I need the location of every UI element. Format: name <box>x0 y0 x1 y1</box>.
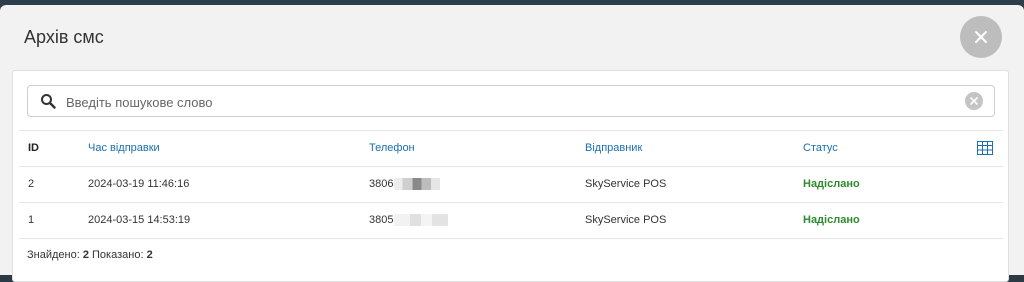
column-header-status[interactable]: Статус <box>803 131 838 166</box>
cell-phone: 3806 <box>369 167 441 202</box>
search-box <box>27 85 995 118</box>
close-button[interactable] <box>960 16 1002 58</box>
column-header-id[interactable]: ID <box>28 131 39 166</box>
cell-id: 2 <box>28 178 35 190</box>
table-row[interactable]: 2 2024-03-19 11:46:16 3806 SkyService PO… <box>19 166 1003 202</box>
cell-sent-time: 2024-03-19 11:46:16 <box>88 178 190 190</box>
phone-redacted <box>394 178 441 191</box>
column-header-sent-time[interactable]: Час відправки <box>88 131 160 166</box>
cell-status: Надіслано <box>803 214 860 226</box>
column-header-phone[interactable]: Телефон <box>369 131 415 166</box>
found-count: 2 <box>82 249 89 261</box>
results-summary: Знайдено: 2 Показано: 2 <box>27 249 153 261</box>
grid-icon[interactable] <box>977 141 993 155</box>
table-row[interactable]: 1 2024-03-15 14:53:19 3805 SkyService PO… <box>19 202 1003 238</box>
clear-icon[interactable] <box>965 92 983 110</box>
search-input[interactable] <box>64 86 948 118</box>
phone-redacted <box>394 214 449 227</box>
phone-prefix: 3806 <box>369 178 394 190</box>
table-bottom-divider <box>19 238 1003 240</box>
cell-sender: SkyService POS <box>585 214 667 226</box>
table-header-row: ID Час відправки Телефон Відправник Стат… <box>19 130 1003 166</box>
search-icon <box>41 94 56 109</box>
cell-id: 1 <box>28 214 35 226</box>
close-icon <box>975 31 987 43</box>
shown-count: 2 <box>146 249 153 261</box>
shown-label: Показано: <box>92 249 144 261</box>
cell-sent-time: 2024-03-15 14:53:19 <box>88 214 191 226</box>
column-header-sender[interactable]: Відправник <box>585 131 642 166</box>
cell-sender: SkyService POS <box>585 178 667 190</box>
phone-prefix: 3805 <box>369 214 394 226</box>
sms-table-panel: ID Час відправки Телефон Відправник Стат… <box>12 70 1009 282</box>
sms-archive-modal: Архів смс ID Час відправки Телефон Відпр… <box>0 5 1024 282</box>
modal-title: Архів смс <box>24 27 104 47</box>
cell-status: Надіслано <box>803 178 860 190</box>
found-label: Знайдено: <box>27 249 80 261</box>
cell-phone: 3805 <box>369 203 449 238</box>
